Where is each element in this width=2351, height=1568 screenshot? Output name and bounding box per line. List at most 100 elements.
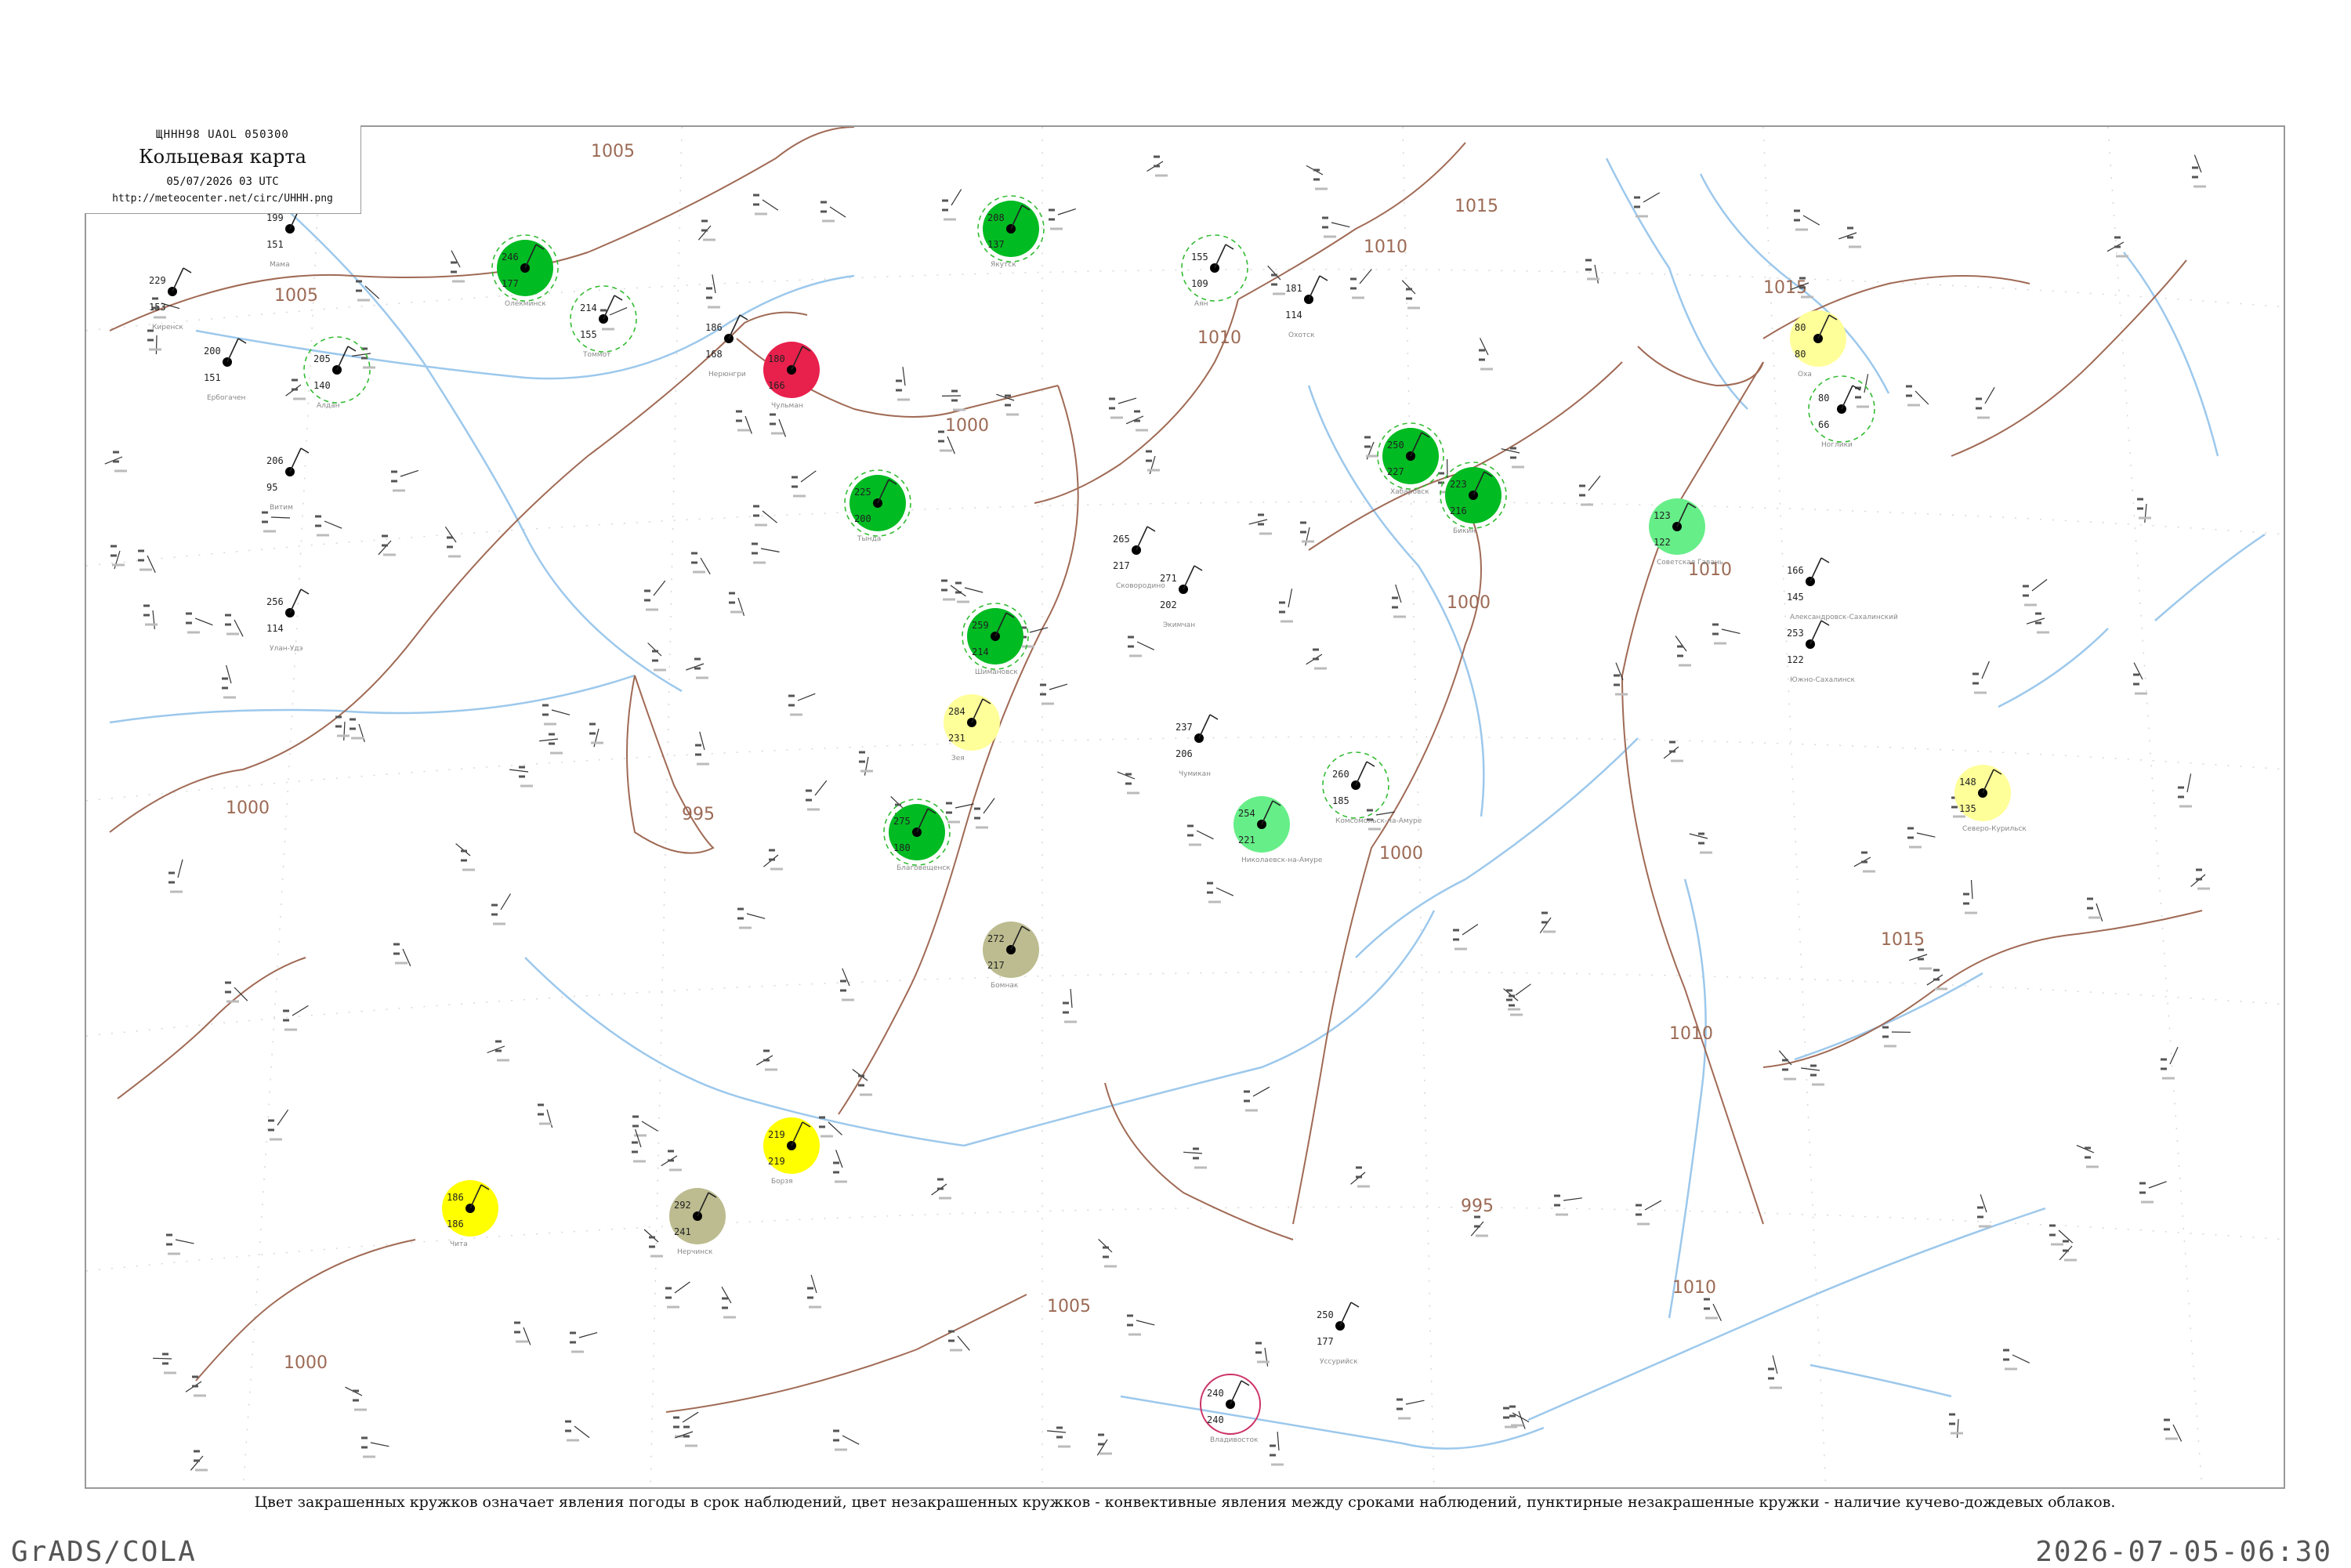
station-marker[interactable]: 292241Нерчинск [669,1188,726,1256]
station-marker[interactable]: 284231Зея [944,694,1000,762]
station-plot [1503,1408,1529,1427]
station-marker[interactable]: 275 180 Благовещенск [884,799,951,872]
station-plot [1976,387,1994,418]
station-name: Чульман [771,402,803,410]
station-plot [942,190,962,219]
wind-barb-feather [1241,1381,1249,1385]
station-marker[interactable]: 259214Шимановск [962,603,1028,676]
wind-barb [579,1333,597,1338]
wind-barb [1810,621,1821,644]
station-plot [1854,853,1875,871]
station-marker[interactable]: 166145Александровск-Сахалинский [1787,558,1898,621]
wind-barb [226,665,231,683]
station-plot [722,1287,736,1317]
station-marker[interactable]: 20695Витим [266,448,309,512]
wind-barb [698,226,711,240]
station-temperature: 80 [1818,393,1829,404]
wind-barb [1183,566,1194,589]
station-marker[interactable]: 271202Экимчан [1160,566,1202,629]
station-marker[interactable]: 250227Хабаровск [1378,423,1444,496]
station-plot [1614,663,1628,694]
station-plot [955,583,983,602]
station-name: Южно-Сахалинск [1790,676,1856,684]
station-marker[interactable]: 205140Алдан [304,337,370,410]
wind-barb [1972,880,1973,899]
station-name: Нерюнгри [708,371,746,378]
wind-barb [400,470,418,476]
wind-barb [828,1122,842,1135]
wind-barb [801,471,816,482]
station-marker[interactable]: 223216Бикин [1440,462,1506,535]
station-pressure: 114 [266,623,284,634]
source-url[interactable]: http://meteocenter.net/circ/UHHH.png [85,193,360,205]
wind-barb [172,268,183,292]
station-marker[interactable]: 225200Тында [845,470,911,543]
station-name: Витим [270,504,293,512]
station-pressure: 153 [149,302,166,313]
station-plot [756,1051,777,1070]
station-plot [1838,228,1861,247]
station-plot [2023,579,2047,605]
station-marker[interactable]: 148135Северо-Курильск [1954,765,2027,833]
station-temperature: 275 [893,816,911,827]
station-marker[interactable]: 8080Оха [1790,310,1846,378]
station-name: Благовещенск [897,864,951,872]
station-pressure: 180 [893,842,911,853]
station-name: Ноглики [1821,441,1853,449]
station-marker[interactable]: 272217Бомнак [983,922,1039,990]
station-pressure: 109 [1191,278,1208,289]
station-marker[interactable]: 186186Чита [442,1180,498,1248]
station-name: Чита [450,1240,468,1248]
station-marker[interactable]: 237206Чумикан [1176,715,1218,778]
station-marker[interactable]: 123122Советская Гавань [1649,498,1723,567]
wind-barb [864,757,868,776]
wind-barb [290,589,301,613]
wind-barb [1722,629,1740,633]
station-marker[interactable]: 181114Охотск [1285,276,1328,339]
station-marker[interactable]: 265217Сковородино [1113,527,1165,590]
wind-barb [1136,527,1147,550]
station-plot [1636,1200,1661,1224]
station-marker[interactable]: 8066Ноглики [1809,376,1875,449]
wind-barb [958,1336,969,1350]
wind-barb [1136,1320,1154,1325]
wind-barb [683,1412,698,1422]
wind-barb [1842,386,1853,409]
station-marker[interactable]: 214155Томмот [571,286,636,359]
station-marker[interactable]: 254221Николаевск-на-Амуре [1233,796,1323,864]
station-marker[interactable]: 240240Владивосток [1201,1374,1260,1444]
station-name: Северо-Курильск [1962,825,2027,833]
isobar-label: 1000 [945,416,989,436]
station-marker[interactable]: 200151Ербогачен [204,339,246,402]
station-plot [262,512,290,531]
wind-barb [747,914,765,918]
wind-barb [1480,338,1489,355]
weather-map[interactable]: 1005 1005 1000 1010 1010 1015 1015 1000 … [86,127,2285,1489]
station-name: Зея [951,755,965,762]
wind-barb [509,770,528,772]
wind-barb [636,1129,641,1147]
station-name: Улан-Удэ [270,645,303,653]
station-plot [1097,1435,1112,1455]
station-marker[interactable]: 256114Улан-Удэ [266,589,309,653]
station-marker[interactable]: 155109Аян [1182,235,1248,308]
station-marker[interactable]: 199151Мама [266,205,309,269]
station-plot [840,969,854,1000]
station-marker[interactable]: 246177Олёкминск [492,235,558,308]
station-plot [2087,899,2103,922]
station-plot [1907,828,1935,847]
wind-barb [2170,1047,2178,1064]
wind-barb [1277,1432,1279,1450]
wind-barb [337,346,348,370]
station-plot [286,380,306,399]
station-plot [644,581,665,610]
station-plot [143,606,158,629]
station-marker[interactable]: 253122Южно-Сахалинск [1787,621,1856,684]
station-marker[interactable]: 208137Якутск [978,196,1044,269]
wind-barb [1512,1413,1529,1422]
station-marker[interactable]: 180166Чульман [763,342,820,410]
station-marker[interactable]: 250177Уссурийск [1317,1302,1359,1366]
station-plot [1906,386,1929,405]
station-plot [1402,281,1420,308]
station-marker[interactable]: 219219Борзя [763,1117,820,1186]
